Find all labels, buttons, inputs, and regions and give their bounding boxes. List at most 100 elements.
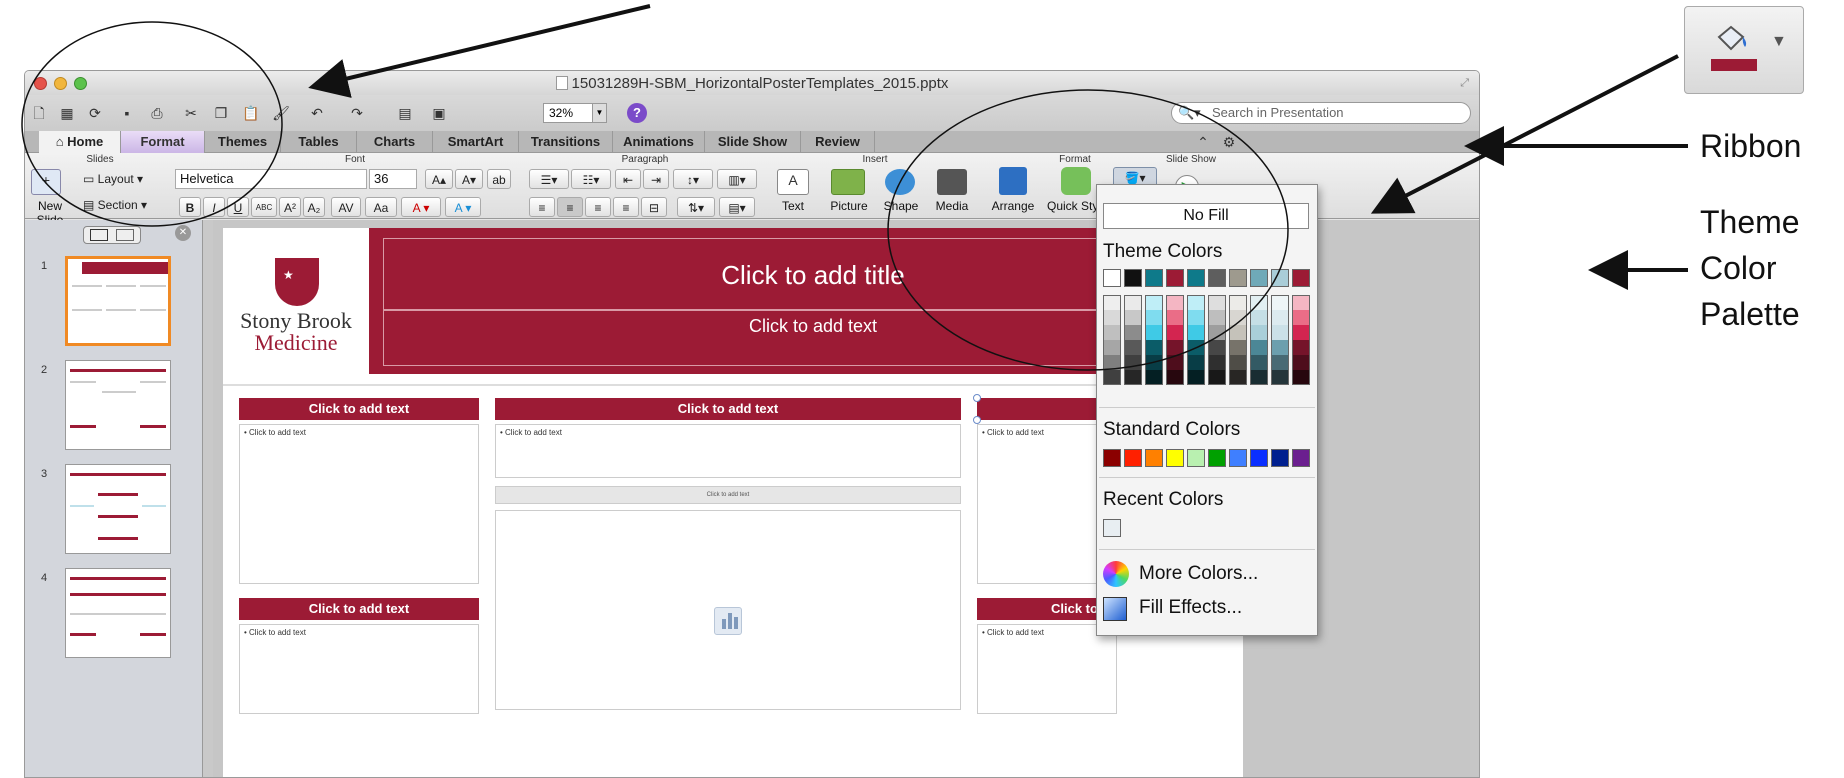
distributed-button[interactable]: ⊟ bbox=[641, 197, 667, 217]
theme-shade-swatch[interactable] bbox=[1271, 340, 1289, 355]
standard-color-swatch[interactable] bbox=[1271, 449, 1289, 467]
font-color-button[interactable]: A ▾ bbox=[401, 197, 441, 217]
slide-sorter-icon[interactable]: ▤ bbox=[395, 103, 415, 123]
strikethrough-button[interactable]: ABC bbox=[251, 197, 277, 217]
theme-shade-swatch[interactable] bbox=[1229, 295, 1247, 310]
standard-color-swatch[interactable] bbox=[1229, 449, 1247, 467]
resize-handle[interactable] bbox=[973, 394, 981, 402]
view-toggle[interactable] bbox=[83, 226, 141, 244]
subscript-button[interactable]: A₂ bbox=[303, 197, 325, 217]
standard-color-swatch[interactable] bbox=[1187, 449, 1205, 467]
theme-shade-swatch[interactable] bbox=[1124, 340, 1142, 355]
theme-shade-swatch[interactable] bbox=[1229, 370, 1247, 385]
theme-shade-swatch[interactable] bbox=[1292, 310, 1310, 325]
italic-button[interactable]: I bbox=[203, 197, 225, 217]
theme-shade-swatch[interactable] bbox=[1145, 325, 1163, 340]
text-box-left-2[interactable]: • Click to add text bbox=[239, 624, 479, 714]
tab-smartart[interactable]: SmartArt bbox=[433, 131, 519, 153]
superscript-button[interactable]: A² bbox=[279, 197, 301, 217]
theme-shade-swatch[interactable] bbox=[1166, 340, 1184, 355]
theme-color-swatch[interactable] bbox=[1166, 269, 1184, 287]
copy-icon[interactable]: ❐ bbox=[211, 103, 231, 123]
theme-shade-swatch[interactable] bbox=[1271, 295, 1289, 310]
fill-effects-item[interactable]: Fill Effects... bbox=[1139, 597, 1242, 619]
theme-shade-swatch[interactable] bbox=[1166, 295, 1184, 310]
tab-home[interactable]: ⌂ Home bbox=[39, 131, 121, 153]
standard-color-swatch[interactable] bbox=[1250, 449, 1268, 467]
open-icon[interactable]: ⟳ bbox=[85, 103, 105, 123]
theme-shade-swatch[interactable] bbox=[1250, 310, 1268, 325]
theme-color-swatch[interactable] bbox=[1103, 269, 1121, 287]
search-input[interactable]: 🔍▾ Search in Presentation bbox=[1171, 102, 1471, 124]
theme-color-swatch[interactable] bbox=[1145, 269, 1163, 287]
grow-font-button[interactable]: A▴ bbox=[425, 169, 453, 189]
picture-icon[interactable] bbox=[831, 169, 865, 195]
print-icon[interactable]: ⎙ bbox=[147, 103, 167, 123]
quick-styles-icon[interactable] bbox=[1061, 167, 1091, 195]
line-spacing-button[interactable]: ↕▾ bbox=[673, 169, 713, 189]
caption-placeholder[interactable]: Click to add text bbox=[495, 486, 961, 504]
decrease-indent-button[interactable]: ⇤ bbox=[615, 169, 641, 189]
text-box-center[interactable]: • Click to add text bbox=[495, 424, 961, 478]
theme-shade-swatch[interactable] bbox=[1271, 355, 1289, 370]
column-heading-center[interactable]: Click to add text bbox=[495, 398, 961, 420]
theme-shade-swatch[interactable] bbox=[1187, 340, 1205, 355]
theme-shade-swatch[interactable] bbox=[1250, 295, 1268, 310]
standard-color-swatch[interactable] bbox=[1208, 449, 1226, 467]
character-spacing-button[interactable]: AV bbox=[331, 197, 361, 217]
slide-thumbnail-4[interactable] bbox=[65, 568, 171, 658]
bullets-button[interactable]: ☰▾ bbox=[529, 169, 569, 189]
insert-picture-button[interactable]: Picture bbox=[821, 199, 877, 213]
tab-animations[interactable]: Animations bbox=[613, 131, 705, 153]
theme-shade-swatch[interactable] bbox=[1187, 310, 1205, 325]
slide-thumbnail-3[interactable] bbox=[65, 464, 171, 554]
insert-text-button[interactable]: Text bbox=[771, 199, 815, 213]
theme-shade-swatch[interactable] bbox=[1124, 325, 1142, 340]
pane-splitter[interactable] bbox=[203, 220, 213, 777]
theme-shade-swatch[interactable] bbox=[1292, 370, 1310, 385]
quick-styles-button[interactable]: Quick Sty bbox=[1047, 199, 1103, 213]
save-icon[interactable]: ▪ bbox=[117, 103, 137, 123]
new-slide-icon[interactable]: + bbox=[31, 169, 61, 195]
resize-handle[interactable] bbox=[973, 416, 981, 424]
undo-icon[interactable]: ↶ bbox=[307, 103, 327, 123]
theme-shade-swatch[interactable] bbox=[1292, 340, 1310, 355]
cut-icon[interactable]: ✂ bbox=[181, 103, 201, 123]
arrange-icon[interactable] bbox=[999, 167, 1027, 195]
theme-shade-swatch[interactable] bbox=[1145, 340, 1163, 355]
numbering-button[interactable]: ☷▾ bbox=[571, 169, 611, 189]
theme-shade-swatch[interactable] bbox=[1124, 310, 1142, 325]
templates-icon[interactable]: ▦ bbox=[57, 103, 77, 123]
layout-button[interactable]: ▭ Layout ▾ bbox=[83, 169, 163, 191]
tab-tables[interactable]: Tables bbox=[281, 131, 357, 153]
theme-shade-swatch[interactable] bbox=[1145, 310, 1163, 325]
clear-format-button[interactable]: ab bbox=[487, 169, 511, 189]
theme-shade-swatch[interactable] bbox=[1292, 355, 1310, 370]
tab-slide-show[interactable]: Slide Show bbox=[705, 131, 801, 153]
standard-color-swatch[interactable] bbox=[1292, 449, 1310, 467]
shape-icon[interactable] bbox=[885, 169, 915, 195]
theme-shade-swatch[interactable] bbox=[1103, 325, 1121, 340]
theme-shade-swatch[interactable] bbox=[1145, 295, 1163, 310]
text-effects-button[interactable]: A ▾ bbox=[445, 197, 481, 217]
standard-color-swatch[interactable] bbox=[1145, 449, 1163, 467]
theme-shade-swatch[interactable] bbox=[1124, 355, 1142, 370]
text-box-right-2[interactable]: • Click to add text bbox=[977, 624, 1117, 714]
insert-media-button[interactable]: Media bbox=[929, 199, 975, 213]
paste-icon[interactable]: 📋 bbox=[241, 103, 261, 123]
theme-shade-swatch[interactable] bbox=[1103, 310, 1121, 325]
more-colors-item[interactable]: More Colors... bbox=[1139, 563, 1258, 585]
text-box-left[interactable]: • Click to add text bbox=[239, 424, 479, 584]
theme-shade-swatch[interactable] bbox=[1250, 355, 1268, 370]
theme-color-swatch[interactable] bbox=[1271, 269, 1289, 287]
theme-shade-swatch[interactable] bbox=[1250, 325, 1268, 340]
arrange-button[interactable]: Arrange bbox=[987, 199, 1039, 213]
section-button[interactable]: ▤ Section ▾ bbox=[83, 195, 169, 217]
shrink-font-button[interactable]: A▾ bbox=[455, 169, 483, 189]
theme-shade-swatch[interactable] bbox=[1103, 340, 1121, 355]
zoom-select[interactable]: 32% ▼ bbox=[543, 103, 607, 123]
fullscreen-icon[interactable]: ⤢ bbox=[1460, 77, 1469, 90]
standard-color-swatch[interactable] bbox=[1124, 449, 1142, 467]
ribbon-settings-icon[interactable]: ⚙ bbox=[1219, 132, 1239, 152]
theme-shade-swatch[interactable] bbox=[1292, 325, 1310, 340]
